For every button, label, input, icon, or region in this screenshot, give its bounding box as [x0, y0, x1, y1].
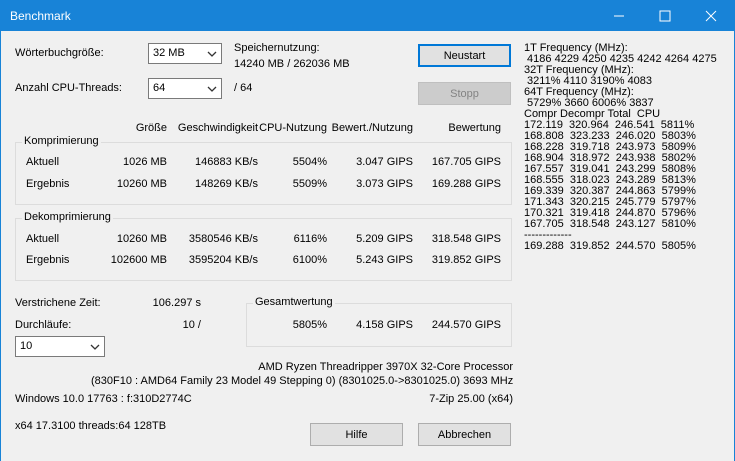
decompress-current-speed: 3580546 KB/s [188, 233, 258, 245]
col-size-header: Größe [135, 122, 167, 134]
chevron-down-icon [90, 344, 100, 350]
stop-button[interactable]: Stopp [418, 82, 511, 105]
decompression-group: Dekomprimierung [15, 211, 512, 281]
col-rating-usage-header: Bewert./Nutzung [331, 122, 413, 134]
maximize-icon [659, 10, 671, 22]
minimize-icon [614, 15, 624, 17]
decompress-result-rating: 319.852 GIPS [431, 254, 501, 266]
decompress-result-cpu: 6100% [292, 254, 327, 266]
col-speed-header: Geschwindigkeit [177, 122, 258, 134]
help-button-label: Hilfe [345, 428, 368, 441]
total-rating-title: Gesamtwertung [253, 296, 335, 308]
compress-current-rating: 167.705 GIPS [431, 156, 501, 168]
benchmark-window: Benchmark Wörterbuchgröße: 32 MB Speiche… [0, 0, 735, 461]
restart-button-label: Neustart [443, 49, 486, 62]
memory-usage-label: Speichernutzung: [234, 42, 320, 54]
compress-result-cpu: 5509% [292, 178, 327, 190]
compress-current-speed: 146883 KB/s [195, 156, 258, 168]
chevron-down-icon [207, 51, 217, 57]
passes-select-value: 10 [20, 340, 33, 352]
title-bar: Benchmark [1, 1, 734, 31]
minimize-button[interactable] [596, 1, 642, 31]
compress-result-size: 10260 MB [116, 178, 167, 190]
help-button[interactable]: Hilfe [310, 423, 403, 446]
col-cpu-header: CPU-Nutzung [259, 122, 327, 134]
close-icon [705, 10, 717, 22]
frequency-log-panel: 1T Frequency (MHz): 4186 4229 4250 4235 … [524, 43, 729, 252]
compress-result-label: Ergebnis [26, 178, 70, 190]
dialog-body: Wörterbuchgröße: 32 MB Speichernutzung: … [1, 31, 734, 461]
frequency-log-line: 169.288 319.852 244.570 5805% [524, 240, 696, 252]
version-info: 7-Zip 25.00 (x64) [429, 393, 513, 405]
decompression-title: Dekomprimierung [22, 211, 113, 223]
compress-result-rating-usage: 3.073 GIPS [356, 178, 413, 190]
cpu-details: (830F10 : AMD64 Family 23 Model 49 Stepp… [91, 375, 514, 387]
chevron-down-icon [207, 86, 217, 92]
cancel-button-label: Abbrechen [437, 428, 492, 441]
decompress-current-size: 10260 MB [116, 233, 167, 245]
decompress-current-rating: 318.548 GIPS [431, 233, 501, 245]
threads-label: Anzahl CPU-Threads: [15, 82, 122, 94]
dict-size-value: 32 MB [153, 47, 185, 59]
compress-current-rating-usage: 3.047 GIPS [356, 156, 413, 168]
elapsed-label: Verstrichene Zeit: [15, 297, 101, 309]
compress-current-label: Aktuell [26, 156, 60, 168]
threads-select[interactable]: 64 [148, 78, 222, 99]
compress-current-size: 1026 MB [122, 156, 167, 168]
decompress-result-speed: 3595204 KB/s [188, 254, 258, 266]
restart-button[interactable]: Neustart [418, 44, 511, 67]
decompress-current-label: Aktuell [26, 233, 60, 245]
decompress-result-size: 102600 MB [110, 254, 167, 266]
dict-size-select[interactable]: 32 MB [148, 43, 222, 64]
compress-current-cpu: 5504% [292, 156, 327, 168]
window-title: Benchmark [10, 9, 71, 23]
total-cpu: 5805% [292, 319, 327, 331]
threads-total: / 64 [234, 82, 253, 94]
build-info: x64 17.3100 threads:64 128TB [15, 420, 167, 432]
col-rating-header: Bewertung [448, 122, 501, 134]
threads-value: 64 [153, 82, 166, 94]
os-info: Windows 10.0 17763 : f:310D2774C [15, 393, 192, 405]
decompress-result-rating-usage: 5.243 GIPS [356, 254, 413, 266]
decompress-current-rating-usage: 5.209 GIPS [356, 233, 413, 245]
cancel-button[interactable]: Abbrechen [418, 423, 511, 446]
maximize-button[interactable] [642, 1, 688, 31]
compress-result-speed: 148269 KB/s [195, 178, 258, 190]
cpu-name: AMD Ryzen Threadripper 3970X 32-Core Pro… [258, 361, 513, 373]
stop-button-label: Stopp [450, 87, 479, 100]
passes-label: Durchläufe: [15, 319, 72, 331]
dict-size-label: Wörterbuchgröße: [15, 47, 104, 59]
passes-select[interactable]: 10 [15, 336, 105, 357]
compression-title: Komprimierung [22, 135, 101, 147]
elapsed-value: 106.297 s [152, 297, 201, 309]
total-rating-usage: 4.158 GIPS [356, 319, 413, 331]
memory-usage-value: 14240 MB / 262036 MB [234, 58, 350, 70]
compress-result-rating: 169.288 GIPS [431, 178, 501, 190]
decompress-result-label: Ergebnis [26, 254, 70, 266]
compression-group: Komprimierung [15, 135, 512, 205]
decompress-current-cpu: 6116% [293, 233, 327, 245]
passes-value: 10 / [182, 319, 201, 331]
total-rating: 244.570 GIPS [431, 319, 501, 331]
close-button[interactable] [688, 1, 734, 31]
